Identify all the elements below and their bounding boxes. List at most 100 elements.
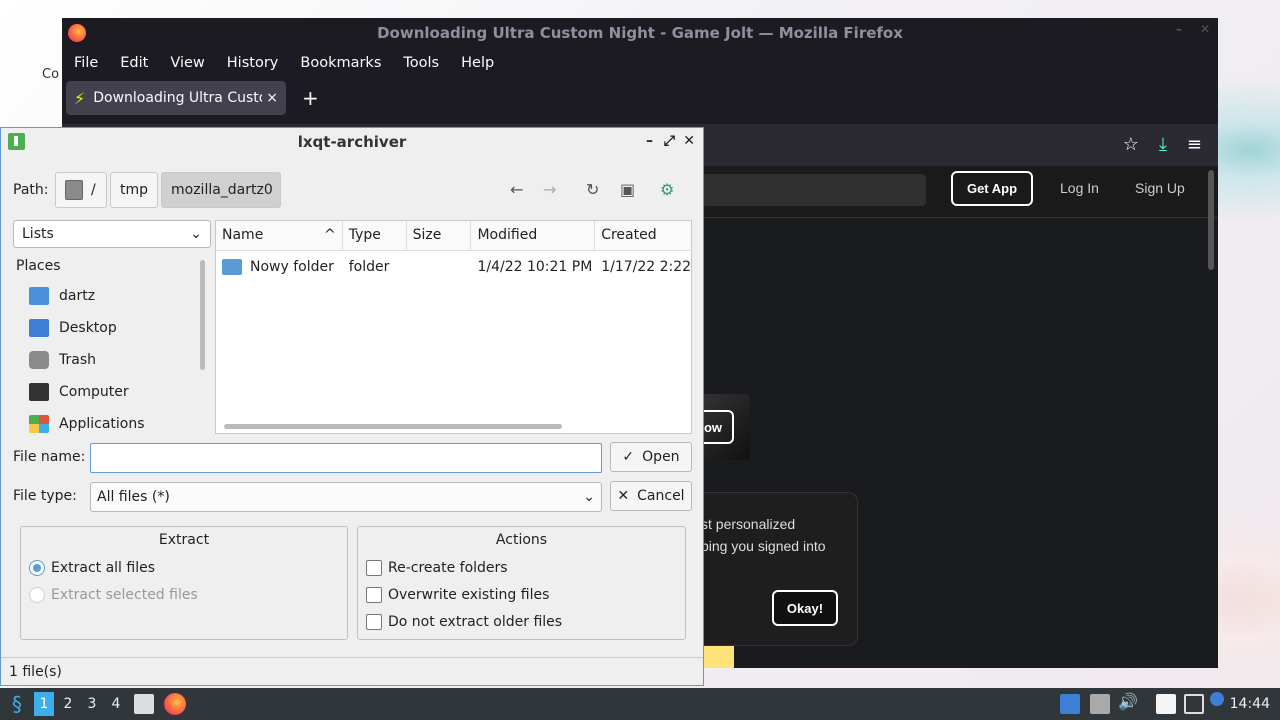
places-scrollbar[interactable] [200, 260, 205, 370]
tab-close-button[interactable]: × [266, 90, 278, 106]
crumb-mozilla-dartz0[interactable]: mozilla_dartz0 [161, 172, 281, 208]
file-created-cell: 1/17/22 2:22 [601, 259, 691, 275]
column-type[interactable]: Type [343, 221, 407, 250]
extract-dialog: lxqt-archiver – ⤢ ✕ Path: / tmp mozilla_… [0, 127, 704, 686]
check-icon: ✓ [622, 449, 635, 465]
close-icon[interactable]: ✕ [1200, 22, 1210, 36]
downloads-icon[interactable]: ⤓ [1159, 134, 1167, 155]
crumb-root[interactable]: / [55, 172, 107, 208]
extract-group-title: Extract [158, 532, 210, 548]
file-row[interactable]: Nowy folder folder 1/4/22 10:21 PM 1/17/… [216, 251, 691, 283]
maximize-icon[interactable]: ⤢ [664, 133, 675, 149]
network-icon[interactable] [1184, 694, 1204, 714]
column-created[interactable]: Created [595, 221, 691, 250]
notification-icon[interactable] [1210, 692, 1224, 706]
place-dartz[interactable]: dartz [13, 280, 209, 312]
hamburger-menu-icon[interactable]: ≡ [1187, 134, 1202, 155]
desktop-icon [29, 319, 49, 337]
cancel-button[interactable]: ✕ Cancel [610, 481, 692, 511]
path-label: Path: [13, 182, 49, 198]
firefox-icon [68, 24, 86, 42]
cookie-okay-button[interactable]: Okay! [772, 590, 838, 626]
column-name-label: Name [222, 227, 264, 243]
volume-icon[interactable]: 🔊 [1118, 692, 1138, 712]
open-button[interactable]: ✓ Open [610, 442, 692, 472]
extract-selected-radio[interactable]: Extract selected files [29, 587, 198, 603]
back-arrow-icon[interactable]: ← [510, 180, 523, 199]
workspace-1[interactable]: 1 [34, 692, 54, 716]
computer-icon [29, 383, 49, 401]
extract-all-radio[interactable]: Extract all files [29, 560, 155, 576]
log-in-link[interactable]: Log In [1060, 180, 1099, 196]
minimize-icon[interactable]: – [646, 133, 653, 149]
page-scrollbar[interactable] [1208, 170, 1214, 270]
place-desktop[interactable]: Desktop [13, 312, 209, 344]
sign-up-link[interactable]: Sign Up [1135, 180, 1185, 196]
drive-icon [65, 180, 83, 200]
firefox-titlebar: Downloading Ultra Custom Night - Game Jo… [62, 18, 1218, 48]
bookmark-star-icon[interactable]: ☆ [1123, 134, 1139, 155]
clock[interactable]: 14:44 [1230, 696, 1270, 712]
menu-file[interactable]: File [74, 55, 98, 71]
firefox-taskbar-icon[interactable] [164, 693, 186, 715]
file-type-value: All files (*) [97, 489, 170, 505]
radio-checked [29, 560, 45, 576]
applications-icon [29, 415, 49, 433]
file-name-input[interactable] [90, 443, 602, 473]
extract-all-label: Extract all files [51, 560, 156, 576]
workspace-2[interactable]: 2 [58, 692, 78, 716]
close-icon[interactable]: ✕ [683, 133, 695, 149]
no-older-checkbox[interactable]: Do not extract older files [366, 614, 562, 630]
crumb-tmp[interactable]: tmp [110, 172, 158, 208]
column-modified[interactable]: Modified [471, 221, 596, 250]
menu-bookmarks[interactable]: Bookmarks [300, 55, 381, 71]
view-options-icon[interactable]: ⚙ [660, 180, 674, 199]
tab-title: Downloading Ultra Custo [93, 90, 263, 106]
firefox-tabbar: ⚡ Downloading Ultra Custo × + [62, 78, 1218, 118]
tab-game-jolt[interactable]: ⚡ Downloading Ultra Custo × [66, 81, 286, 115]
update-notifier-icon[interactable] [1090, 694, 1110, 714]
yellow-strip [702, 646, 734, 668]
menu-edit[interactable]: Edit [120, 55, 148, 71]
places-combo[interactable]: Lists ⌄ [13, 220, 211, 248]
menu-view[interactable]: View [170, 55, 204, 71]
place-applications[interactable]: Applications [13, 408, 209, 440]
place-label: Applications [59, 416, 145, 432]
menu-history[interactable]: History [227, 55, 279, 71]
menu-tools[interactable]: Tools [403, 55, 439, 71]
get-app-button[interactable]: Get App [951, 171, 1033, 206]
checkbox-unchecked [366, 587, 382, 603]
reload-icon[interactable]: ↻ [586, 180, 599, 199]
gamejolt-search-input[interactable] [702, 174, 926, 206]
file-list-hscrollbar[interactable] [224, 424, 562, 429]
new-tab-button[interactable]: + [302, 86, 319, 110]
file-manager-icon[interactable] [134, 694, 154, 714]
x-icon: ✕ [617, 488, 630, 504]
minimize-icon[interactable]: – [1176, 22, 1182, 36]
home-folder-icon [29, 287, 49, 305]
dialog-titlebar: lxqt-archiver – ⤢ ✕ [1, 128, 703, 156]
column-name[interactable]: Name ^ [216, 221, 343, 250]
start-menu-icon[interactable]: § [4, 688, 30, 720]
show-desktop-icon[interactable] [1060, 694, 1080, 714]
file-list-header: Name ^ Type Size Modified Created [216, 221, 691, 251]
place-trash[interactable]: Trash [13, 344, 209, 376]
menu-help[interactable]: Help [461, 55, 494, 71]
recreate-folders-checkbox[interactable]: Re-create folders [366, 560, 508, 576]
file-name-label: File name: [13, 449, 86, 465]
place-label: dartz [59, 288, 96, 304]
file-type-select[interactable]: All files (*) ⌄ [90, 482, 602, 512]
radio-disabled [29, 587, 45, 603]
dialog-title: lxqt-archiver [297, 133, 407, 151]
column-size[interactable]: Size [407, 221, 472, 250]
place-computer[interactable]: Computer [13, 376, 209, 408]
workspace-4[interactable]: 4 [106, 692, 126, 716]
taskbar: § 1 2 3 4 🔊 14:44 [0, 688, 1280, 720]
forward-arrow-icon[interactable]: → [543, 180, 556, 199]
overwrite-existing-checkbox[interactable]: Overwrite existing files [366, 587, 549, 603]
new-folder-icon[interactable]: ▣ [620, 180, 635, 199]
clipboard-icon[interactable] [1156, 694, 1176, 714]
workspace-3[interactable]: 3 [82, 692, 102, 716]
file-list: Name ^ Type Size Modified Created Nowy fo… [215, 220, 692, 434]
checkbox-unchecked [366, 614, 382, 630]
